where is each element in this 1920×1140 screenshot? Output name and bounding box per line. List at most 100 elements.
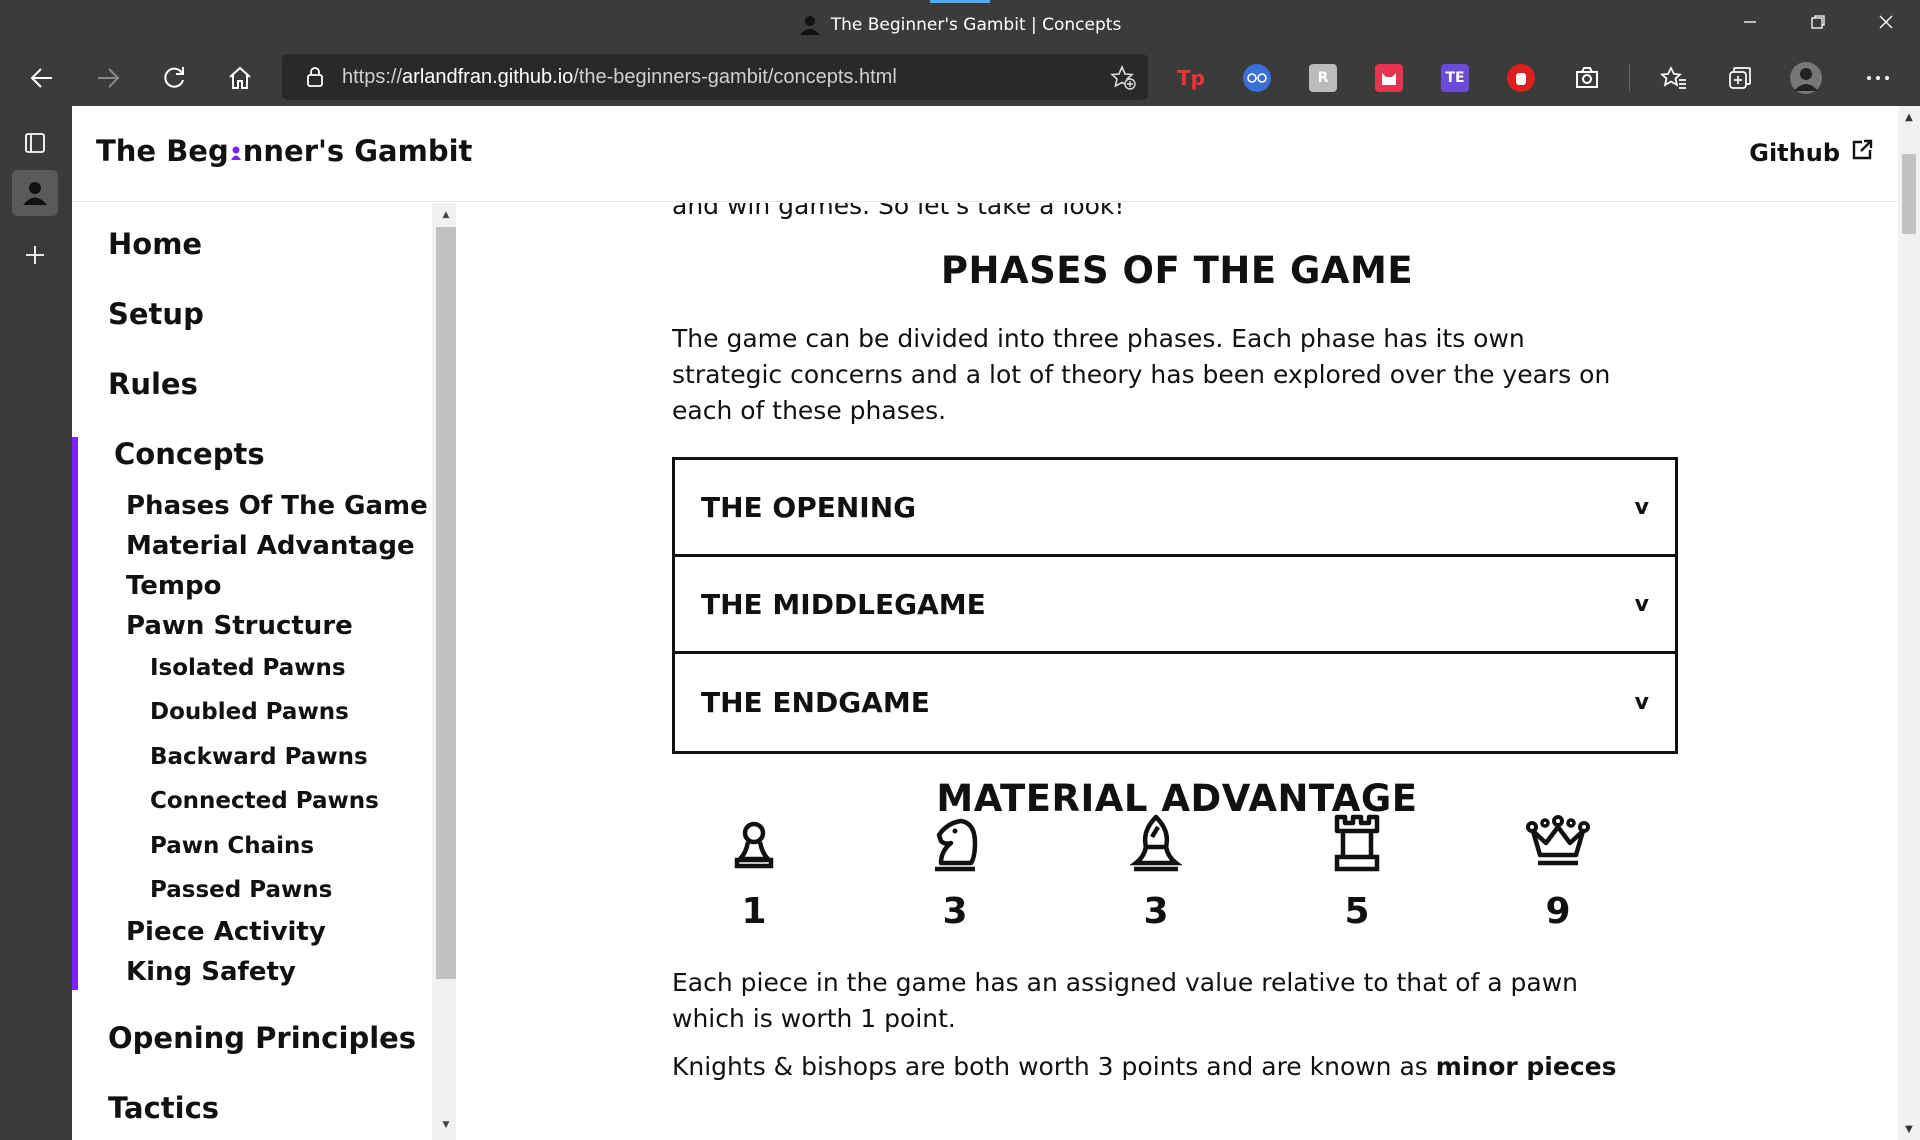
- intro-cut-text: and win games. So let's take a look!: [672, 203, 1125, 220]
- sidebar-subitem-tempo[interactable]: Tempo: [126, 571, 221, 601]
- sidebar-item-setup[interactable]: Setup: [108, 297, 204, 331]
- accordion-label: THE OPENING: [701, 490, 917, 524]
- piece-value-pawn: 1: [694, 803, 814, 932]
- profile-avatar[interactable]: [1786, 58, 1826, 98]
- site-logo[interactable]: The Beg nner's Gambit: [96, 134, 472, 168]
- extension-stop-hand-icon[interactable]: [1507, 64, 1535, 92]
- vertical-tab-strip: [0, 106, 72, 1140]
- favorites-icon[interactable]: [1654, 58, 1694, 98]
- piece-value-number: 1: [741, 891, 767, 932]
- minor-pieces-text: Knights & bishops are both worth 3 point…: [672, 1049, 1632, 1085]
- sidebar-subitem-connected-pawns[interactable]: Connected Pawns: [150, 788, 379, 814]
- scroll-down-arrow-icon[interactable]: ▼: [436, 1117, 456, 1133]
- page-scroll-thumb[interactable]: [1902, 154, 1916, 234]
- chevron-down-icon: v: [1634, 591, 1649, 617]
- extension-tp-icon[interactable]: Tp: [1177, 64, 1205, 92]
- sidebar-subitem-pawn-structure[interactable]: Pawn Structure: [126, 611, 353, 641]
- accordion-item-middlegame[interactable]: THE MIDDLEGAME v: [675, 557, 1675, 654]
- piece-values: 1 3 3 5 9: [672, 803, 1682, 953]
- url-host: arlandfran.github.io: [402, 65, 574, 88]
- pawn-logo-icon: [229, 134, 243, 168]
- extension-r-icon[interactable]: R: [1309, 64, 1337, 92]
- piece-value-queen: 9: [1498, 803, 1618, 932]
- piece-value-number: 3: [1143, 891, 1169, 932]
- accordion-item-opening[interactable]: THE OPENING v: [675, 460, 1675, 557]
- extension-camera-icon[interactable]: [1573, 64, 1601, 92]
- piece-value-text: Each piece in the game has an assigned v…: [672, 968, 1579, 1033]
- logo-text-end: nner's Gambit: [242, 134, 473, 168]
- address-bar[interactable]: https://arlandfran.github.io/the-beginne…: [282, 54, 1148, 100]
- minor-pieces-text-start: Knights & bishops are both worth 3 point…: [672, 1052, 1436, 1081]
- sidebar-scrollbar[interactable]: ▲ ▼: [432, 203, 456, 1140]
- queen-icon: [1498, 803, 1618, 883]
- restore-button[interactable]: [1784, 0, 1852, 44]
- reload-button[interactable]: [154, 58, 194, 98]
- sidebar-subitem-pawn-chains[interactable]: Pawn Chains: [150, 833, 314, 859]
- sidebar-subitem-doubled-pawns[interactable]: Doubled Pawns: [150, 699, 349, 725]
- bishop-icon: [1096, 803, 1216, 883]
- url-prefix: https://: [342, 65, 403, 88]
- toolbar-separator: [1629, 64, 1630, 92]
- sidebar-scroll-thumb[interactable]: [436, 227, 456, 979]
- minimize-button[interactable]: [1716, 0, 1784, 44]
- home-button[interactable]: [220, 58, 260, 98]
- sidebar-subitem-passed-pawns[interactable]: Passed Pawns: [150, 877, 332, 903]
- extension-te-icon[interactable]: TE: [1441, 64, 1469, 92]
- tab-title: The Beginner's Gambit | Concepts: [830, 15, 1122, 35]
- sidebar-item-rules[interactable]: Rules: [108, 367, 198, 401]
- sidebar-subitem-backward-pawns[interactable]: Backward Pawns: [150, 744, 368, 770]
- piece-value-bishop: 3: [1096, 803, 1216, 932]
- extension-glasses-icon[interactable]: [1243, 64, 1271, 92]
- accordion-item-endgame[interactable]: THE ENDGAME v: [675, 654, 1675, 751]
- piece-value-number: 3: [942, 891, 968, 932]
- rook-icon: [1297, 803, 1417, 883]
- sidebar-nav: Home Setup Rules Concepts Phases Of The …: [72, 203, 456, 1140]
- url-path: /the-beginners-gambit/concepts.html: [573, 65, 897, 88]
- sidebar-item-opening-principles[interactable]: Opening Principles: [108, 1021, 416, 1055]
- sidebar-subitem-material[interactable]: Material Advantage: [126, 531, 415, 561]
- main-content: and win games. So let's take a look! PHA…: [672, 203, 1682, 1140]
- browser-tab-active[interactable]: The Beginner's Gambit | Concepts: [780, 0, 1140, 50]
- more-menu-icon[interactable]: [1858, 58, 1898, 98]
- user-icon: [799, 14, 821, 36]
- page-scroll-down-icon[interactable]: ▼: [1898, 1120, 1920, 1138]
- knight-icon: [895, 803, 1015, 883]
- phases-heading: PHASES OF THE GAME: [940, 249, 1414, 292]
- back-button[interactable]: [22, 58, 62, 98]
- add-favorite-icon[interactable]: [1108, 62, 1138, 92]
- browser-toolbar: https://arlandfran.github.io/the-beginne…: [0, 50, 1920, 106]
- sidebar-item-home[interactable]: Home: [108, 227, 202, 261]
- page-scroll-up-icon[interactable]: ▲: [1898, 108, 1920, 126]
- accordion-label: THE ENDGAME: [701, 686, 930, 719]
- github-label: Github: [1749, 139, 1840, 167]
- url-text: https://arlandfran.github.io/the-beginne…: [342, 66, 897, 89]
- sidebar-subitem-phases[interactable]: Phases Of The Game: [126, 491, 428, 521]
- minor-pieces-term: minor pieces: [1435, 1052, 1617, 1081]
- close-window-button[interactable]: [1852, 0, 1920, 44]
- forward-button[interactable]: [88, 58, 128, 98]
- new-tab-icon[interactable]: [12, 232, 58, 278]
- tab-actions-icon[interactable]: [12, 120, 58, 166]
- scroll-up-arrow-icon[interactable]: ▲: [436, 207, 456, 223]
- logo-text-start: The Beg: [96, 134, 229, 168]
- external-link-icon: [1850, 138, 1874, 168]
- piece-value-knight: 3: [895, 803, 1015, 932]
- sidebar-item-concepts[interactable]: Concepts: [114, 437, 265, 471]
- vertical-tab-active[interactable]: [12, 170, 58, 216]
- page-viewport: The Beg nner's Gambit Github Home Setup R…: [72, 106, 1898, 1140]
- window-controls: [1716, 0, 1920, 44]
- sidebar-subitem-king-safety[interactable]: King Safety: [126, 957, 296, 987]
- pawn-icon: [694, 803, 814, 883]
- lock-icon[interactable]: [302, 64, 328, 90]
- sidebar-subitem-isolated-pawns[interactable]: Isolated Pawns: [150, 655, 346, 681]
- browser-titlebar: The Beginner's Gambit | Concepts: [0, 0, 1920, 50]
- github-link[interactable]: Github: [1749, 138, 1874, 168]
- piece-value-number: 9: [1545, 891, 1571, 932]
- sidebar-subitem-piece-activity[interactable]: Piece Activity: [126, 917, 326, 947]
- sidebar-item-tactics[interactable]: Tactics: [108, 1091, 219, 1125]
- extension-cat-icon[interactable]: [1375, 64, 1403, 92]
- page-scrollbar[interactable]: ▲ ▼: [1898, 106, 1920, 1140]
- chevron-down-icon: v: [1634, 690, 1649, 715]
- site-header: The Beg nner's Gambit Github: [72, 106, 1898, 202]
- collections-icon[interactable]: [1720, 58, 1760, 98]
